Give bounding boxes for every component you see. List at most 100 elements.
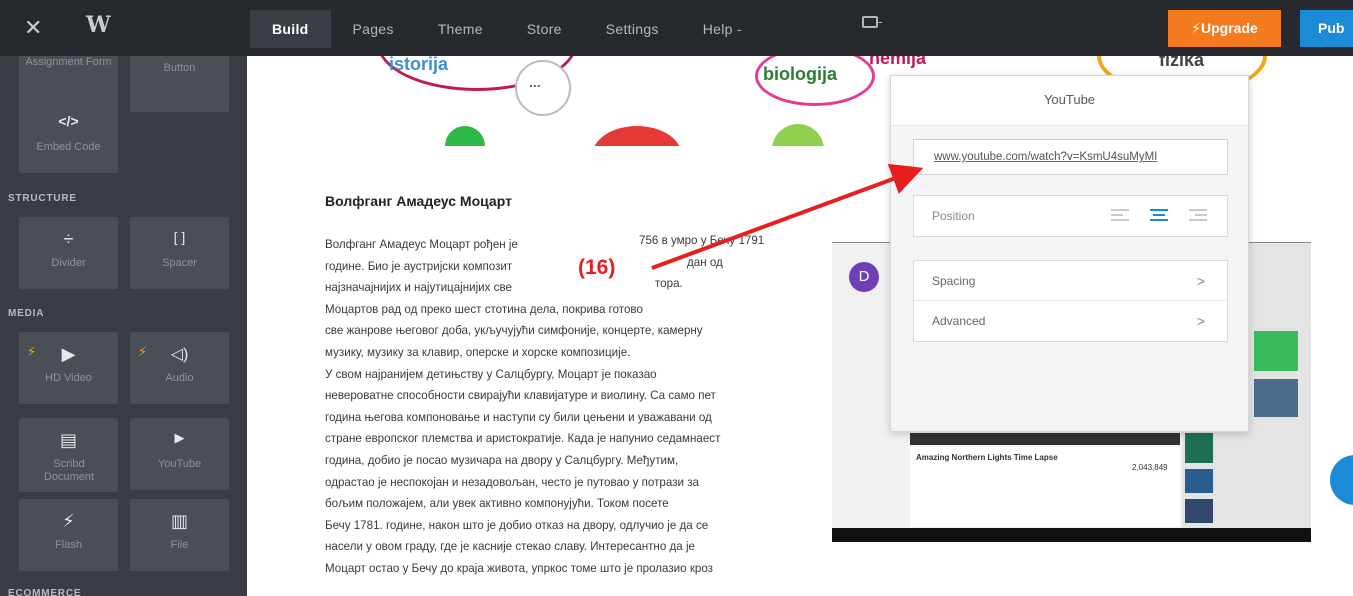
divider-icon: ÷ xyxy=(63,229,74,249)
bubble-shape xyxy=(592,126,682,146)
page-title[interactable]: Волфганг Амадеус Моцарт xyxy=(325,193,512,209)
align-right-icon[interactable] xyxy=(1189,209,1207,223)
element-label: Audio xyxy=(165,372,194,384)
code-icon: </> xyxy=(58,113,79,129)
element-file[interactable]: ▥ File xyxy=(130,499,229,571)
publish-button[interactable]: Pub xyxy=(1300,10,1353,47)
spacer-icon: [ ] xyxy=(173,229,186,245)
flash-icon: ⚡ xyxy=(62,511,75,531)
text-line-tail: дан од xyxy=(687,256,723,269)
device-preview-button[interactable]: - xyxy=(862,13,883,29)
chevron-down-icon: - xyxy=(878,13,883,29)
panel-options: Spacing > Advanced > xyxy=(913,260,1228,342)
text-line: У свом најранијем детињству у Салцбургу,… xyxy=(325,367,657,381)
text-line: невероватне способности свирајући клавиј… xyxy=(325,389,716,403)
chevron-right-icon: > xyxy=(1196,273,1205,289)
ad-block xyxy=(1254,331,1298,371)
upgrade-button[interactable]: ⚡Upgrade xyxy=(1168,10,1281,47)
text-line: музику, музику за клавир, оперске и хорс… xyxy=(325,345,631,359)
article-text[interactable]: Волфганг Амадеус Моцарт рођен је године.… xyxy=(325,234,805,580)
video-player-bar xyxy=(910,433,1180,445)
section-title-structure: STRUCTURE xyxy=(8,193,77,204)
banner-word: biologija xyxy=(763,64,837,84)
weebly-logo[interactable]: W xyxy=(86,12,111,38)
step-annotation-label: (16) xyxy=(578,256,616,279)
element-divider[interactable]: ÷ Divider xyxy=(19,217,118,289)
text-line-tail: тора. xyxy=(655,277,683,290)
element-label: Flash xyxy=(55,539,82,551)
tab-store[interactable]: Store xyxy=(505,10,584,48)
text-line: Моцартов рад од преко шест стотина дела,… xyxy=(325,302,643,316)
text-line: одрастао је неспокојан и незадовољан, че… xyxy=(325,475,699,489)
element-spacer[interactable]: [ ] Spacer xyxy=(130,217,229,289)
lightning-icon: ⚡ xyxy=(138,344,148,359)
position-setting: Position xyxy=(913,195,1228,237)
align-left-icon[interactable] xyxy=(1111,209,1129,223)
lightning-icon: ⚡ xyxy=(1191,20,1202,36)
element-embed-code[interactable]: </> Embed Code xyxy=(19,101,118,173)
bubble-shape xyxy=(445,126,485,146)
text-line: стране европског племства и аристократиј… xyxy=(325,432,721,446)
chevron-right-icon: > xyxy=(1196,313,1205,329)
spacing-label: Spacing xyxy=(932,274,976,288)
panel-title: YouTube xyxy=(891,76,1248,126)
spacing-option[interactable]: Spacing > xyxy=(914,261,1227,301)
text-line: све жанрове његовог доба, укључујући сим… xyxy=(325,324,703,338)
close-icon[interactable]: ✕ xyxy=(24,14,42,42)
banner-word: fizika xyxy=(1159,56,1205,70)
position-label: Position xyxy=(932,209,975,223)
bubble-shape xyxy=(772,124,824,146)
file-icon: ▥ xyxy=(170,511,188,531)
element-flash[interactable]: ⚡ Flash xyxy=(19,499,118,571)
lightning-icon: ⚡ xyxy=(27,344,37,359)
tab-pages[interactable]: Pages xyxy=(331,10,416,48)
advanced-label: Advanced xyxy=(932,314,986,328)
tab-theme[interactable]: Theme xyxy=(416,10,505,48)
top-bar: ✕ W Build Pages Theme Store Settings Hel… xyxy=(0,0,1353,56)
advanced-option[interactable]: Advanced > xyxy=(914,301,1227,341)
related-thumbnail xyxy=(1185,433,1213,463)
element-label: Assignment Form xyxy=(25,56,112,68)
main-nav: Build Pages Theme Store Settings Help - xyxy=(250,10,764,48)
tab-settings[interactable]: Settings xyxy=(584,10,681,48)
avatar: D xyxy=(849,262,879,292)
element-label: Embed Code xyxy=(36,141,101,153)
chevron-down-icon: - xyxy=(736,21,742,37)
tab-help[interactable]: Help - xyxy=(681,10,764,48)
text-line: година, добио је посао музичара на двору… xyxy=(325,453,679,467)
text-line: најзначајнијих и најутицајнијих све xyxy=(325,281,512,295)
related-thumbnail xyxy=(1185,499,1213,523)
youtube-icon: ▶ xyxy=(174,430,185,445)
element-label: Divider xyxy=(51,257,86,269)
youtube-settings-panel: YouTube www.youtube.com/watch?v=KsmU4suM… xyxy=(890,75,1249,432)
element-label: HD Video xyxy=(45,372,92,384)
text-line: бољим положајем, али увек активно компон… xyxy=(325,497,669,511)
banner-word: ... xyxy=(529,74,541,90)
related-thumbnail xyxy=(1185,469,1213,493)
element-label: Spacer xyxy=(162,257,197,269)
youtube-url-input[interactable]: www.youtube.com/watch?v=KsmU4suMyMI xyxy=(913,139,1228,175)
section-title-media: MEDIA xyxy=(8,308,45,319)
element-label: Scribd Document xyxy=(43,458,95,483)
banner-word: istorija xyxy=(389,56,449,74)
text-line: Бечу 1781. године, након што је добио от… xyxy=(325,518,709,532)
text-line: године. Био је аустријски композит xyxy=(325,259,513,273)
bubble-shape xyxy=(515,60,571,116)
text-line: насели у овом граду, где је касније стек… xyxy=(325,540,695,554)
video-views: 2,043,849 xyxy=(1132,463,1168,472)
element-label: Button xyxy=(163,62,196,74)
element-scribd-document[interactable]: ▤ Scribd Document xyxy=(19,418,118,492)
tab-help-label: Help xyxy=(702,21,733,37)
element-audio[interactable]: ⚡ ◁) Audio xyxy=(130,332,229,404)
banner-word: hemija xyxy=(869,56,927,68)
document-icon: ▤ xyxy=(59,430,77,450)
element-button[interactable]: Button xyxy=(130,56,229,112)
elements-sidebar: Assignment Form Button </> Embed Code ST… xyxy=(0,56,247,596)
panel-body: www.youtube.com/watch?v=KsmU4suMyMI Posi… xyxy=(891,126,1248,431)
align-center-icon[interactable] xyxy=(1150,209,1168,223)
element-hd-video[interactable]: ⚡ ▶ HD Video xyxy=(19,332,118,404)
element-youtube[interactable]: ▶ YouTube xyxy=(130,418,229,490)
text-line: Моцарт остао у Бечу до краја живота, упр… xyxy=(325,561,713,575)
tab-build[interactable]: Build xyxy=(250,10,331,48)
ad-block xyxy=(1254,379,1298,417)
